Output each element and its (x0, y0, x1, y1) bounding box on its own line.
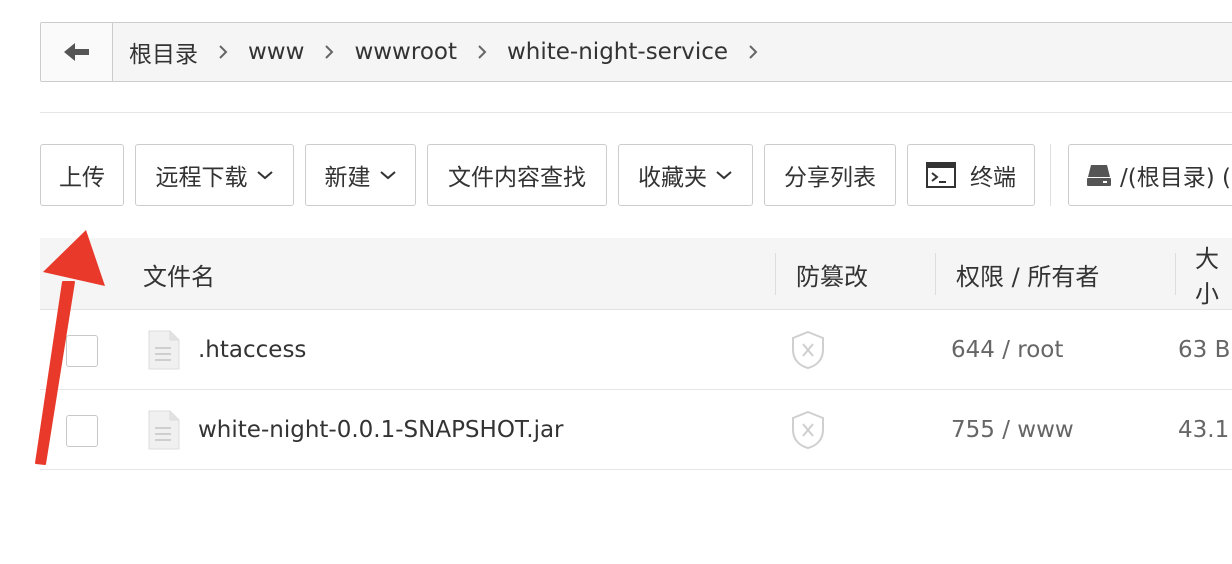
chevron-down-icon (715, 169, 733, 181)
file-manager: 根目录 www wwwroot white-night-service 上传 远… (0, 0, 1232, 564)
perm-owner[interactable]: 644 / root (951, 310, 1063, 390)
favorites-label: 收藏夹 (638, 165, 707, 191)
new-button-label: 新建 (324, 165, 371, 191)
new-button[interactable]: 新建 (305, 144, 416, 206)
file-size: 43.1 (1178, 417, 1230, 443)
shield-icon[interactable] (790, 330, 826, 374)
row-checkbox[interactable] (66, 415, 98, 447)
divider (40, 112, 1232, 113)
toolbar-divider (1050, 144, 1051, 206)
disk-button[interactable]: /(根目录) ( (1068, 144, 1232, 206)
share-list-label: 分享列表 (784, 165, 876, 191)
disk-label: /(根目录) ( (1120, 165, 1231, 191)
column-separator (1175, 253, 1176, 295)
shield-icon[interactable] (790, 410, 826, 454)
breadcrumb-item-www[interactable]: www (246, 39, 306, 65)
terminal-label: 终端 (970, 165, 1016, 191)
breadcrumb-item-root[interactable]: 根目录 (127, 35, 200, 69)
breadcrumb-item-white-night-service[interactable]: white-night-service (505, 39, 730, 65)
chevron-down-icon (256, 169, 274, 181)
terminal-button[interactable]: 终端 (907, 144, 1035, 206)
share-list-button[interactable]: 分享列表 (764, 144, 896, 206)
favorites-button[interactable]: 收藏夹 (618, 144, 753, 206)
file-name[interactable]: white-night-0.0.1-SNAPSHOT.jar (198, 390, 564, 470)
remote-download-button[interactable]: 远程下载 (135, 144, 294, 206)
upload-button-label: 上传 (59, 165, 105, 191)
chevron-right-icon (748, 44, 758, 60)
chevron-right-icon (218, 44, 228, 60)
breadcrumb: 根目录 www wwwroot white-night-service (113, 35, 776, 69)
column-separator (775, 253, 776, 295)
content-search-button[interactable]: 文件内容查找 (427, 144, 607, 206)
terminal-icon (926, 162, 956, 188)
remote-download-label: 远程下载 (155, 165, 248, 191)
back-button[interactable] (41, 23, 113, 81)
chevron-right-icon (477, 44, 487, 60)
breadcrumb-item-wwwroot[interactable]: wwwroot (352, 39, 459, 65)
breadcrumb-bar: 根目录 www wwwroot white-night-service (40, 22, 1232, 82)
chevron-down-icon (379, 169, 397, 181)
file-name[interactable]: .htaccess (198, 310, 306, 390)
row-checkbox[interactable] (66, 335, 98, 367)
upload-button[interactable]: 上传 (40, 144, 124, 206)
column-header-size[interactable]: 大小 (1195, 238, 1232, 310)
back-arrow-icon (63, 43, 89, 61)
table-header: 文件名 防篡改 权限 / 所有者 大小 (40, 238, 1232, 310)
column-header-filename[interactable]: 文件名 (143, 238, 215, 310)
file-icon (148, 410, 180, 454)
file-icon (148, 330, 180, 374)
toolbar: 上传 远程下载 新建 文件内容查找 收藏夹 分享列表 终端 /(根目录) ( (40, 144, 1232, 206)
table-row[interactable]: .htaccess 644 / root 63 B (40, 310, 1232, 390)
column-header-perm-owner: 权限 / 所有者 (956, 262, 1100, 291)
chevron-right-icon (324, 44, 334, 60)
column-header-tamper: 防篡改 (796, 262, 868, 291)
perm-owner[interactable]: 755 / www (951, 390, 1074, 470)
column-separator (935, 253, 936, 295)
file-size: 63 B (1178, 337, 1231, 363)
table-row[interactable]: white-night-0.0.1-SNAPSHOT.jar 755 / www… (40, 390, 1232, 470)
disk-icon (1086, 162, 1112, 188)
content-search-label: 文件内容查找 (448, 165, 586, 191)
